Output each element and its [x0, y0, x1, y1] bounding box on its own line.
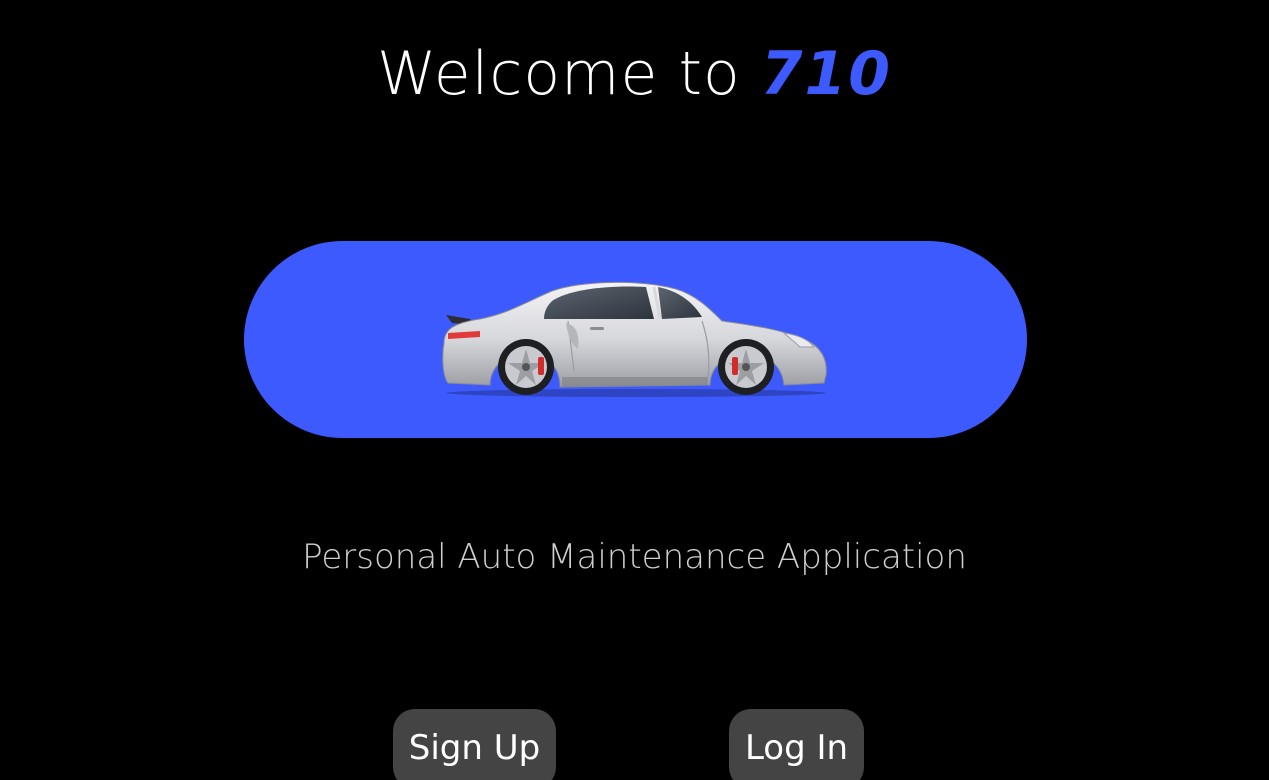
app-tagline: Personal Auto Maintenance Application	[302, 537, 967, 577]
sign-up-button[interactable]: Sign Up	[393, 709, 556, 780]
page-title: Welcome to 710	[0, 36, 1269, 112]
title-prefix: Welcome to	[376, 39, 761, 109]
welcome-page: Welcome to 710 Personal Auto Maintenance…	[0, 0, 1269, 780]
hero-banner	[244, 241, 1027, 438]
brand-name: 710	[760, 39, 893, 109]
sports-car-icon	[442, 281, 827, 397]
log-in-button[interactable]: Log In	[729, 709, 864, 780]
